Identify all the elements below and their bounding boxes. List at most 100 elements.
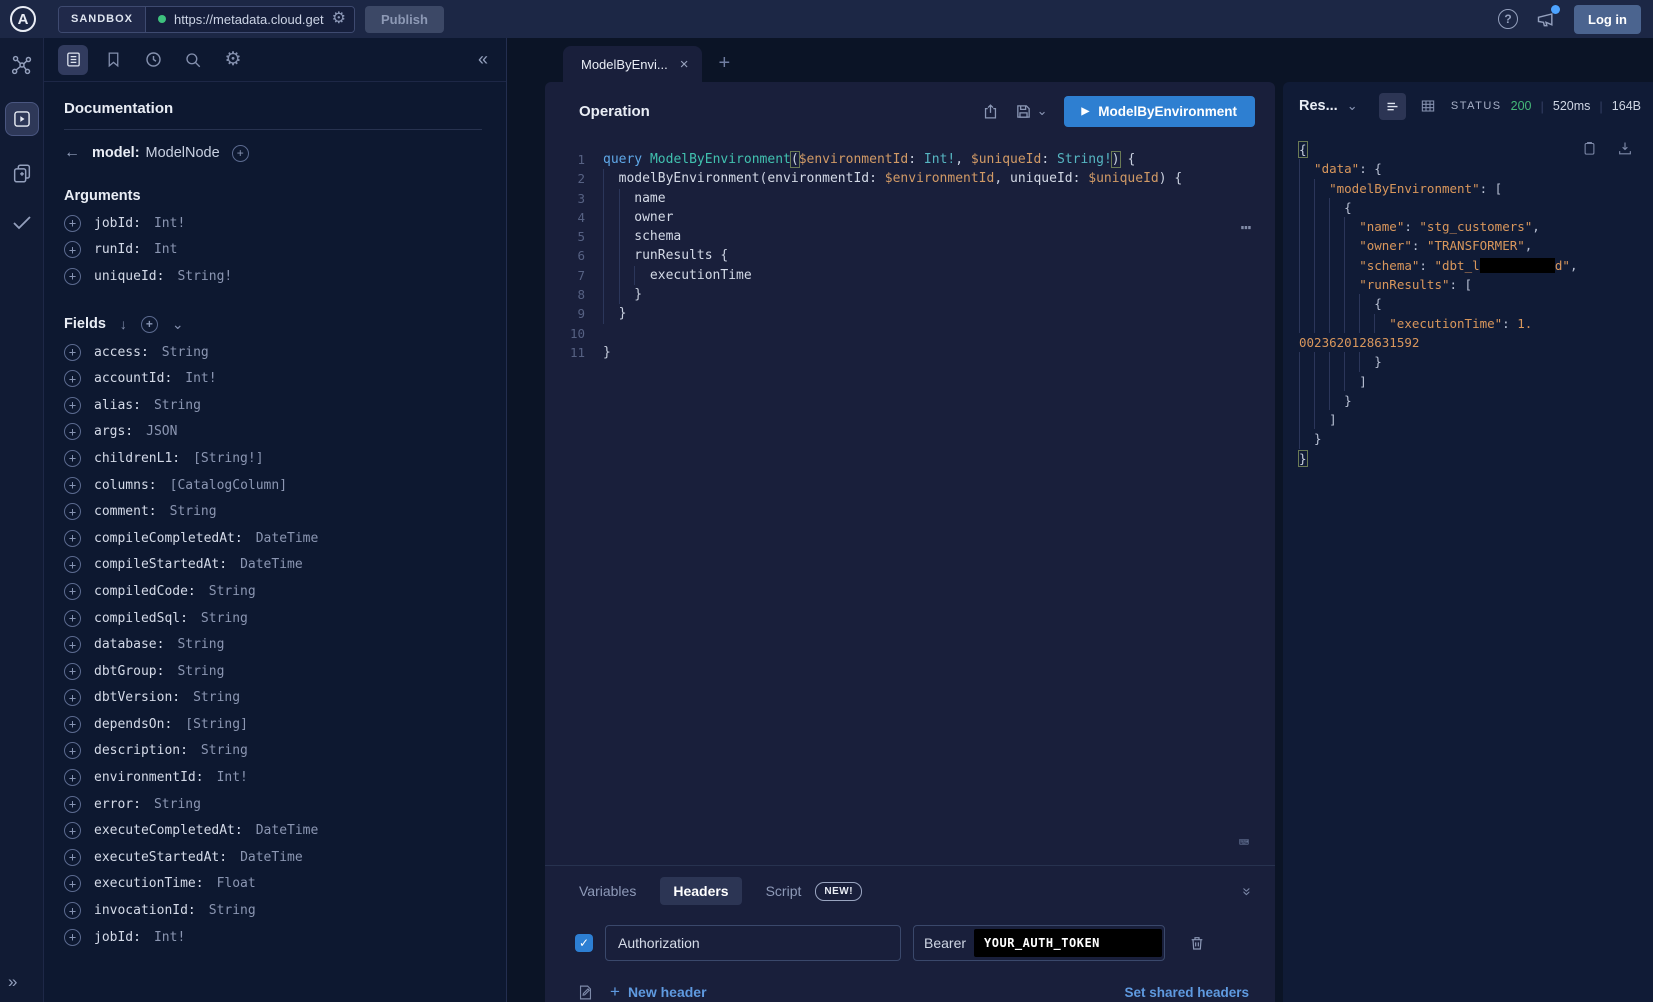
field-name[interactable]: dependsOn: — [94, 717, 172, 732]
add-all-fields-icon[interactable]: + — [141, 316, 158, 333]
field-name[interactable]: alias: — [94, 398, 141, 413]
field-item[interactable]: + database: String — [64, 631, 482, 658]
endpoint-url-box[interactable]: https://metadata.cloud.get ⚙ — [146, 7, 354, 32]
history-icon[interactable] — [138, 45, 168, 75]
add-to-query-icon[interactable]: + — [64, 241, 81, 258]
schema-graph-icon[interactable] — [11, 54, 33, 76]
add-to-query-icon[interactable]: + — [64, 397, 81, 414]
header-enabled-checkbox[interactable]: ✓ — [575, 934, 593, 952]
add-to-query-icon[interactable]: + — [64, 822, 81, 839]
header-value-field[interactable]: Bearer YOUR_AUTH_TOKEN — [913, 925, 1165, 961]
field-name[interactable]: jobId: — [94, 930, 141, 945]
table-view-icon[interactable] — [1415, 93, 1442, 120]
add-to-query-icon[interactable]: + — [64, 477, 81, 494]
back-arrow-icon[interactable]: ← — [64, 144, 80, 162]
field-type[interactable]: JSON — [146, 424, 177, 439]
field-name[interactable]: compiledCode: — [94, 584, 196, 599]
field-type[interactable]: Int! — [217, 770, 248, 785]
checks-icon[interactable] — [10, 210, 34, 234]
explorer-settings-icon[interactable]: ⚙ — [218, 45, 248, 75]
field-type[interactable]: DateTime — [256, 531, 319, 546]
search-icon[interactable] — [178, 45, 208, 75]
field-name[interactable]: access: — [94, 345, 149, 360]
field-item[interactable]: + executeCompletedAt: DateTime — [64, 817, 482, 844]
collapse-panel-icon[interactable]: « — [478, 49, 488, 70]
pretty-view-icon[interactable] — [1379, 93, 1406, 120]
response-dropdown-chevron-icon[interactable]: ⌄ — [1347, 98, 1358, 114]
argument-item[interactable]: + runId: Int — [64, 237, 482, 264]
field-type[interactable]: String — [209, 584, 256, 599]
field-item[interactable]: + compileCompletedAt: DateTime — [64, 525, 482, 552]
field-type[interactable]: String — [193, 690, 240, 705]
add-to-query-icon[interactable]: + — [64, 875, 81, 892]
auth-token-value[interactable]: YOUR_AUTH_TOKEN — [974, 929, 1162, 957]
prefill-headers-icon[interactable] — [577, 983, 594, 1002]
collapse-section-icon[interactable]: » — [1238, 887, 1255, 895]
endpoint-settings-icon[interactable]: ⚙ — [332, 11, 346, 27]
field-item[interactable]: +jobId:Int! — [64, 924, 482, 951]
run-operation-button[interactable]: ▶ ModelByEnvironment — [1064, 96, 1255, 127]
argument-name[interactable]: runId: — [94, 242, 141, 257]
field-item[interactable]: + dependsOn: [String] — [64, 711, 482, 738]
add-to-query-icon[interactable]: + — [64, 530, 81, 547]
field-item[interactable]: +invocationId:String — [64, 897, 482, 924]
field-name[interactable]: database: — [94, 637, 164, 652]
field-name[interactable]: accountId: — [94, 371, 172, 386]
add-to-query-icon[interactable]: + — [64, 716, 81, 733]
login-button[interactable]: Log in — [1574, 5, 1641, 34]
field-item[interactable]: +compileStartedAt:DateTime — [64, 552, 482, 579]
field-name[interactable]: dbtVersion: — [94, 690, 180, 705]
field-name[interactable]: childrenL1: — [94, 451, 180, 466]
field-item[interactable]: +executionTime:Float — [64, 871, 482, 898]
field-item[interactable]: +dbtGroup:String — [64, 658, 482, 685]
add-to-query-icon[interactable]: + — [64, 663, 81, 680]
add-to-query-icon[interactable]: + — [64, 849, 81, 866]
apollo-logo[interactable]: A — [10, 6, 36, 32]
field-name[interactable]: compileStartedAt: — [94, 557, 227, 572]
field-type[interactable]: String — [177, 637, 224, 652]
field-item[interactable]: +childrenL1:[String!] — [64, 445, 482, 472]
field-type[interactable]: DateTime — [256, 823, 319, 838]
sort-fields-icon[interactable]: ↓ — [120, 316, 127, 332]
field-type[interactable]: DateTime — [240, 850, 303, 865]
endpoint-url[interactable]: https://metadata.cloud.get — [174, 12, 324, 27]
field-type[interactable]: String — [177, 664, 224, 679]
field-type[interactable]: String — [154, 398, 201, 413]
field-item[interactable]: +environmentId:Int! — [64, 764, 482, 791]
field-name[interactable]: invocationId: — [94, 903, 196, 918]
operation-tab[interactable]: ModelByEnvi... × — [563, 46, 702, 82]
field-type[interactable]: Float — [217, 876, 256, 891]
field-item[interactable]: +error:String — [64, 791, 482, 818]
field-name[interactable]: columns: — [94, 478, 157, 493]
argument-name[interactable]: jobId: — [94, 216, 141, 231]
explorer-icon[interactable] — [5, 102, 39, 136]
fields-options-chevron-icon[interactable]: ⌄ — [172, 316, 184, 333]
add-to-query-icon[interactable]: + — [64, 268, 81, 285]
expand-rail-icon[interactable]: » — [8, 972, 17, 1002]
add-field-icon[interactable]: + — [232, 145, 249, 162]
field-type[interactable]: String — [201, 743, 248, 758]
field-item[interactable]: +comment:String — [64, 498, 482, 525]
add-to-query-icon[interactable]: + — [64, 344, 81, 361]
set-shared-headers-link[interactable]: Set shared headers — [1124, 985, 1249, 1000]
argument-item[interactable]: +jobId:Int! — [64, 210, 482, 237]
field-type[interactable]: String — [154, 797, 201, 812]
field-name[interactable]: compileCompletedAt: — [94, 531, 243, 546]
more-options-icon[interactable]: ⋯ — [1241, 218, 1253, 238]
field-name[interactable]: executeCompletedAt: — [94, 823, 243, 838]
field-item[interactable]: +columns:[CatalogColumn] — [64, 472, 482, 499]
share-icon[interactable] — [982, 102, 999, 121]
argument-type[interactable]: String! — [177, 269, 232, 284]
add-to-query-icon[interactable]: + — [64, 636, 81, 653]
field-type[interactable]: [String] — [185, 717, 248, 732]
tab-variables[interactable]: Variables — [579, 883, 636, 899]
argument-type[interactable]: Int — [154, 242, 177, 257]
add-to-query-icon[interactable]: + — [64, 769, 81, 786]
field-type[interactable]: DateTime — [240, 557, 303, 572]
publish-button[interactable]: Publish — [365, 6, 444, 33]
close-tab-icon[interactable]: × — [680, 56, 689, 73]
field-item[interactable]: + dbtVersion: String — [64, 685, 482, 712]
add-to-query-icon[interactable]: + — [64, 902, 81, 919]
add-to-query-icon[interactable]: + — [64, 689, 81, 706]
response-title[interactable]: Res... — [1299, 98, 1338, 114]
